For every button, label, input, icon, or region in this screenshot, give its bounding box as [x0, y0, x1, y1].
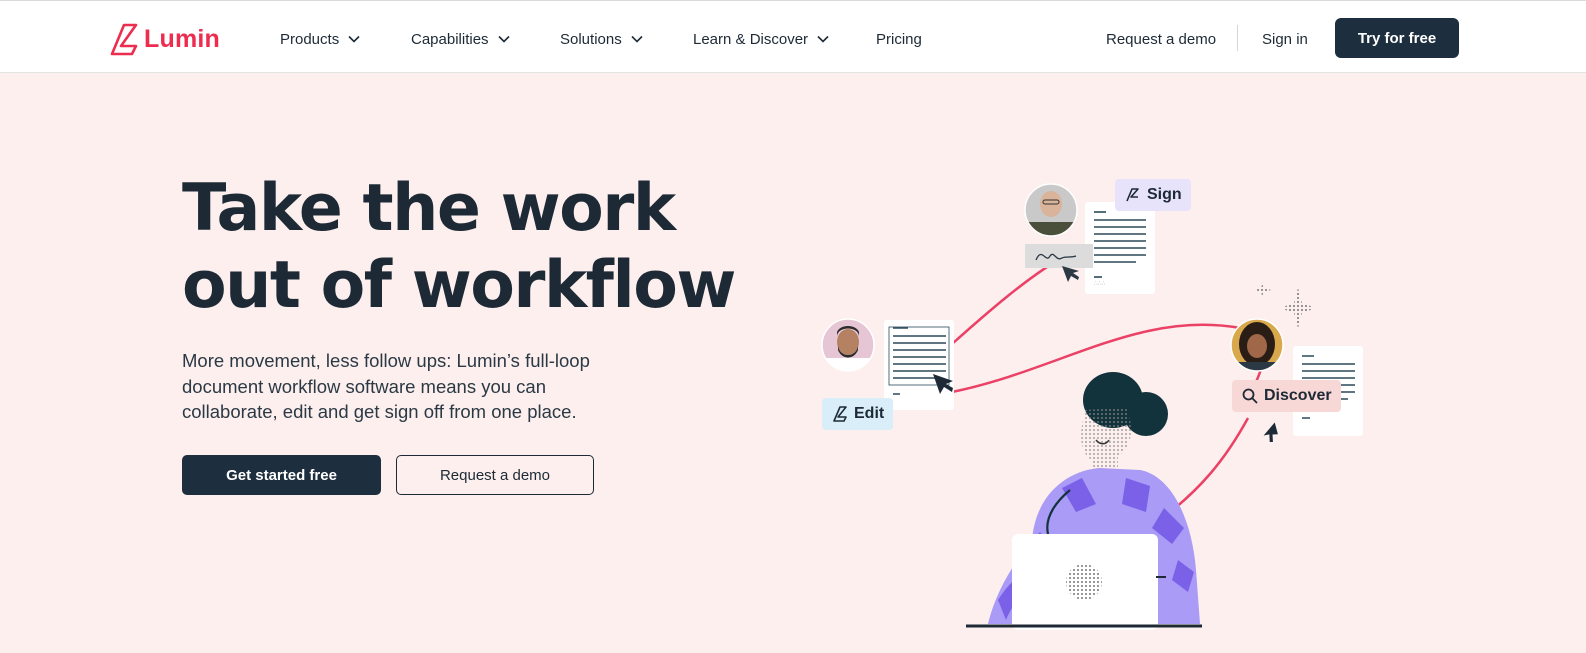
nav-capabilities-label: Capabilities: [411, 30, 489, 48]
nav-capabilities[interactable]: Capabilities: [411, 27, 511, 51]
person-at-laptop: [966, 372, 1202, 630]
edit-tag: Edit: [822, 398, 894, 430]
sign-tag-label: Sign: [1147, 186, 1182, 203]
svg-text:∴∴∴: ∴∴∴: [1094, 281, 1106, 287]
avatar-woman-curly-hair: [1231, 319, 1283, 371]
nav-request-demo-label: Request a demo: [1106, 30, 1217, 48]
chevron-down-icon: [348, 35, 360, 43]
nav-learn-discover[interactable]: Learn & Discover: [693, 27, 830, 51]
request-demo-button[interactable]: Request a demo: [396, 455, 594, 495]
hero-title-line-2: out of workflow: [182, 248, 736, 323]
nav-sign-in-label: Sign in: [1262, 30, 1308, 48]
lumin-sign-icon: [1126, 188, 1139, 202]
chevron-down-icon: [497, 35, 510, 43]
connector-line: [951, 258, 1059, 345]
nav-pricing[interactable]: Pricing: [876, 27, 922, 51]
try-for-free-button[interactable]: Try for free: [1335, 18, 1459, 58]
nav-request-demo[interactable]: Request a demo: [1106, 27, 1216, 51]
top-navigation: Lumin Products Capabilities Solutions Le…: [0, 0, 1586, 73]
brand-name: Lumin: [144, 24, 220, 53]
edit-tag-label: Edit: [854, 405, 885, 422]
get-started-free-button[interactable]: Get started free: [182, 455, 381, 495]
sign-tag: Sign: [1115, 179, 1191, 211]
chevron-down-icon: [631, 35, 643, 43]
search-icon: [1242, 388, 1258, 404]
nav-sign-in[interactable]: Sign in: [1262, 27, 1308, 51]
nav-solutions-label: Solutions: [560, 30, 622, 48]
discover-tag: Discover: [1232, 380, 1341, 412]
lumin-logo-icon: [110, 23, 138, 56]
lumin-edit-icon: [833, 406, 847, 422]
hero-illustration: ∴∴∴ Sign Edit Discover: [800, 160, 1400, 648]
lumin-logo[interactable]: Lumin: [108, 21, 220, 57]
discover-tag-label: Discover: [1264, 387, 1332, 404]
avatar-bald-man: [1025, 184, 1077, 236]
nav-products[interactable]: Products: [280, 27, 361, 51]
nav-products-label: Products: [280, 30, 340, 48]
avatar-bearded-man: [822, 319, 874, 371]
nav-learn-discover-label: Learn & Discover: [693, 30, 809, 48]
hero-subtitle: More movement, less follow ups: Lumin’s …: [182, 350, 590, 422]
nav-solutions[interactable]: Solutions: [560, 27, 644, 51]
hero-title: Take the work out of workflow: [182, 170, 782, 324]
chevron-down-icon: [817, 35, 829, 43]
nav-pricing-label: Pricing: [876, 30, 922, 48]
nav-divider: [1237, 25, 1238, 51]
hero-title-line-1: Take the work: [182, 171, 676, 246]
